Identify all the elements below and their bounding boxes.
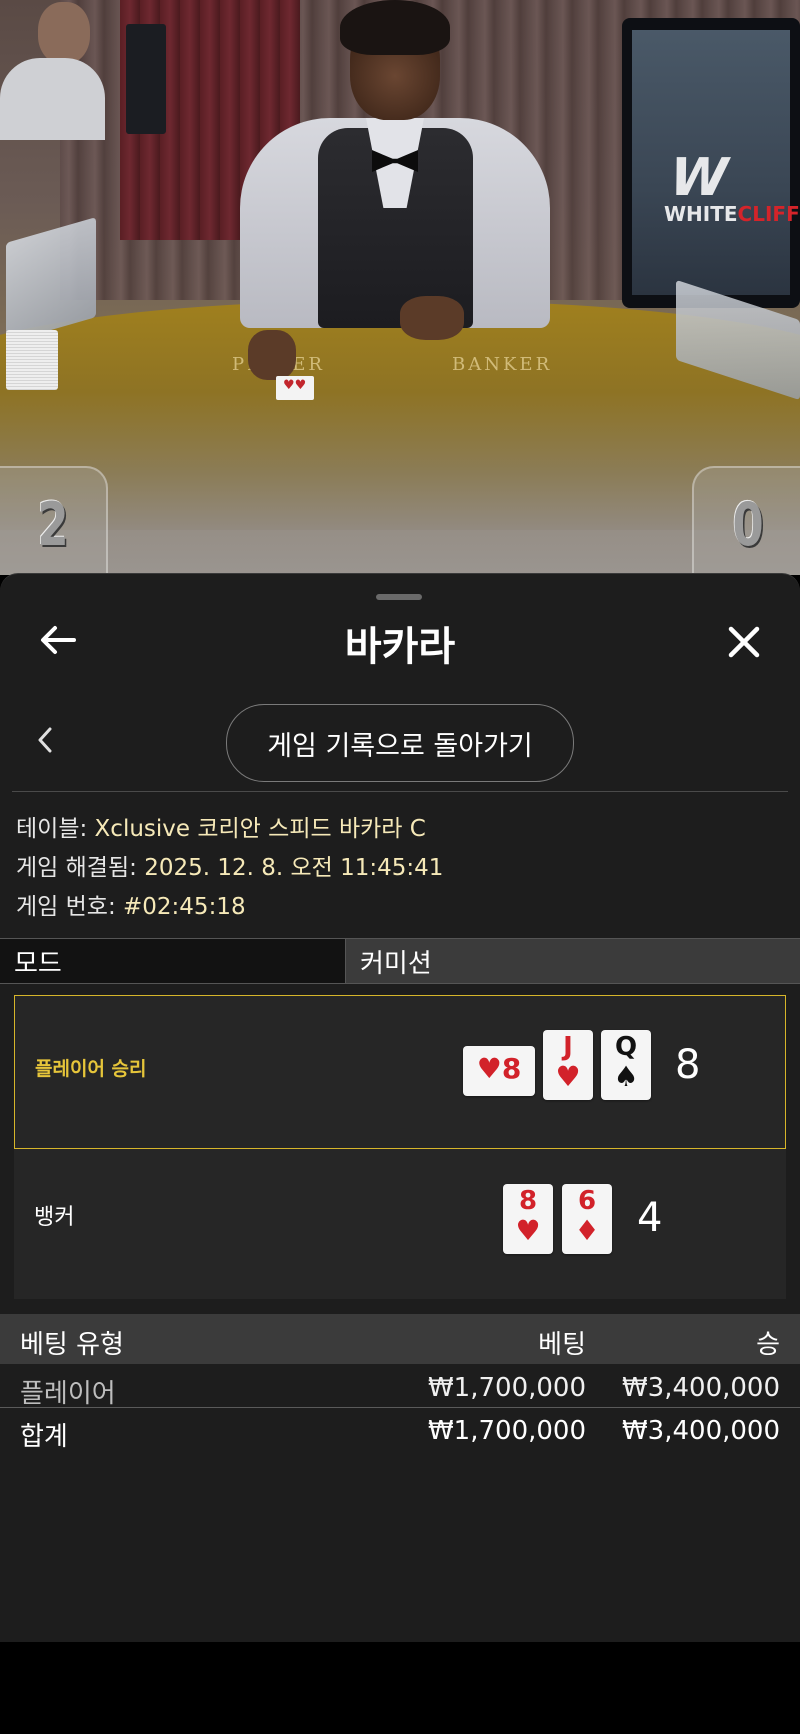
table-label: 테이블: <box>16 816 88 842</box>
resolved-value: 2025. 12. 8. 오전 11:45:41 <box>144 855 444 881</box>
brand-logo-mark: W <box>662 148 735 208</box>
game-number-value: #02:45:18 <box>123 894 246 920</box>
total-win-amount: ₩3,400,000 <box>621 1416 780 1446</box>
player-hand-score: 8 <box>675 1042 701 1088</box>
bet-type: 플레이어 <box>20 1379 116 1409</box>
banker-score: 0 <box>732 490 764 560</box>
player-result: 플레이어 승리 ♥8 J ♥ Q ♠ 8 <box>14 995 786 1149</box>
game-number-info: 게임 번호: #02:45:18 <box>16 888 443 927</box>
game-number-label: 게임 번호: <box>16 894 116 920</box>
bet-amount: ₩1,700,000 <box>427 1373 586 1403</box>
total-bet-amount: ₩1,700,000 <box>427 1416 586 1446</box>
table-row: 플레이어 ₩1,700,000 ₩3,400,000 <box>0 1365 800 1409</box>
bet-type-header: 베팅 유형 <box>20 1330 124 1360</box>
banker-card-1: 8 ♥ <box>503 1184 553 1254</box>
dealer <box>240 0 550 330</box>
mode-value: 커미션 <box>346 939 800 983</box>
mode-row: 모드 커미션 <box>0 938 800 984</box>
resolved-info: 게임 해결됨: 2025. 12. 8. 오전 11:45:41 <box>16 849 443 888</box>
card-deck <box>6 330 58 390</box>
player-card-3: Q ♠ <box>601 1030 651 1100</box>
banker-result: 뱅커 8 ♥ 6 ♦ 4 <box>14 1149 786 1299</box>
player-score: 2 <box>37 490 69 560</box>
background-dealer <box>0 0 110 140</box>
table-info: 테이블: Xclusive 코리안 스피드 바카라 C <box>16 810 443 849</box>
brand-monitor: W WHITECLIFF <box>622 18 800 308</box>
table-value: Xclusive 코리안 스피드 바카라 C <box>94 816 426 842</box>
background-monitor <box>126 24 166 134</box>
felt-label-banker: BANKER <box>452 354 553 375</box>
game-info: 테이블: Xclusive 코리안 스피드 바카라 C 게임 해결됨: 2025… <box>16 810 443 927</box>
dealer-hand <box>248 330 296 380</box>
close-icon[interactable] <box>720 618 768 666</box>
dealt-card <box>276 376 314 400</box>
player-result-label: 플레이어 승리 <box>35 1058 147 1080</box>
banker-score-box: 0 <box>692 466 800 575</box>
banker-hand-score: 4 <box>637 1195 663 1241</box>
total-row: 합계 ₩1,700,000 ₩3,400,000 <box>0 1408 800 1452</box>
back-to-history-button[interactable]: 게임 기록으로 돌아가기 <box>226 704 574 782</box>
game-details-sheet: 바카라 게임 기록으로 돌아가기 테이블: Xclusive 코리안 스피드 바… <box>0 573 800 1642</box>
page-title: 바카라 <box>344 624 456 670</box>
live-video-feed: W WHITECLIFF PLAYER BANKER 2 0 <box>0 0 800 575</box>
win-amount-header: 승 <box>756 1330 780 1360</box>
mode-label: 모드 <box>0 939 346 983</box>
player-card-2: J ♥ <box>543 1030 593 1100</box>
brand-logo-text: WHITECLIFF <box>664 202 800 226</box>
sheet-drag-handle[interactable] <box>376 594 422 600</box>
bets-table-header: 베팅 유형 베팅 승 <box>0 1314 800 1364</box>
player-card-1: ♥8 <box>463 1046 535 1096</box>
chevron-left-icon[interactable] <box>30 722 60 758</box>
banker-result-label: 뱅커 <box>34 1205 75 1230</box>
divider <box>12 791 788 792</box>
banker-card-2: 6 ♦ <box>562 1184 612 1254</box>
resolved-label: 게임 해결됨: <box>16 855 137 881</box>
win-amount: ₩3,400,000 <box>621 1373 780 1403</box>
total-label: 합계 <box>20 1422 68 1452</box>
bet-amount-header: 베팅 <box>538 1330 586 1360</box>
player-score-box: 2 <box>0 466 108 575</box>
dealer-hand <box>400 296 464 340</box>
